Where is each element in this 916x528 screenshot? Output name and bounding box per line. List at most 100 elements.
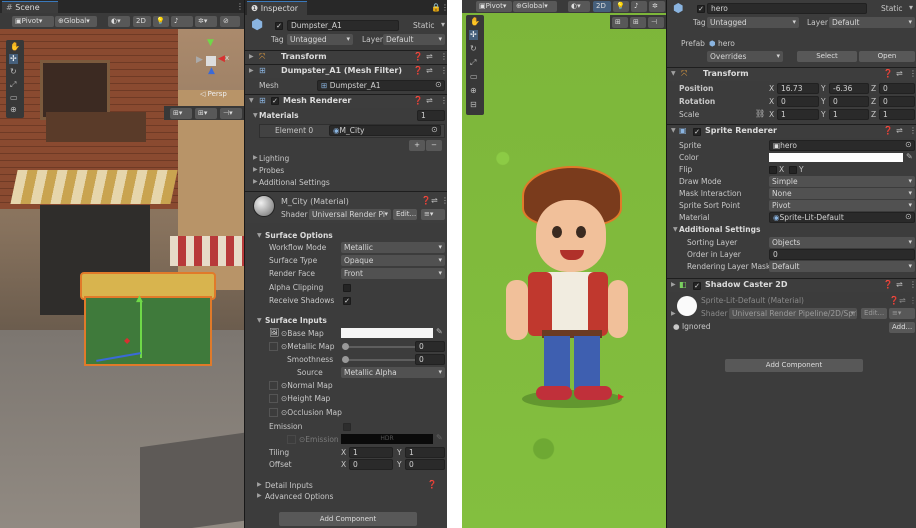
dumpster[interactable] [84,296,212,366]
left-scene-panel[interactable]: # Scene ⋮ ▣Pivot▾ ⊕Global▾ ◐▾ 2D 💡 ♪ ✲▾ … [0,0,244,528]
sprite-renderer-foldout[interactable]: ▼ [671,125,676,137]
gizmo-x-arrow[interactable]: ◆ [124,336,130,345]
materials-count[interactable]: 1 [417,110,445,121]
active-checkbox[interactable]: ✓ [275,22,283,30]
mesh-renderer-help-icon[interactable]: ❓ [413,96,423,106]
height-map-thumb[interactable] [269,394,278,403]
scale-tool-icon[interactable]: ⤢ [10,80,16,90]
surface-type-dropdown[interactable]: Opaque [341,255,445,266]
shader-dropdown[interactable]: Universal Render Pi [309,209,391,220]
mesh-filter-foldout[interactable]: ▶ [249,65,254,77]
right-rect-tool-icon[interactable]: ▭ [470,72,478,82]
sprite-material-preset-icon[interactable]: ⇌ [899,296,906,306]
occlusion-map-thumb[interactable] [269,408,278,417]
shadow-caster-menu-icon[interactable]: ⋮ [909,280,916,290]
emission-color[interactable]: HDR [341,434,433,444]
additional-settings-label[interactable]: Additional Settings [259,177,330,188]
right-move-tool-icon[interactable]: ✢ [469,30,478,40]
element-0-field[interactable]: ◉M_City [329,125,441,136]
smoothness-slider-knob[interactable] [342,356,349,363]
advanced-options-foldout[interactable]: ▶ [257,490,262,502]
rot-z-field[interactable]: 0 [879,96,915,107]
mesh-filter-menu-icon[interactable]: ⋮ [440,66,447,76]
material-help-icon[interactable]: ❓ [421,196,431,206]
add-button[interactable]: Add... [889,322,915,333]
right-2d-toggle[interactable]: 2D [593,1,611,12]
hero-layer-dropdown[interactable]: Default [829,17,915,28]
inspector-more-icon[interactable]: ⋮ [441,3,447,13]
sprite-shader-options-button[interactable]: ≡▾ [889,308,915,319]
right-global-toggle[interactable]: ⊕Global▾ [513,1,557,12]
metallic-slider-track[interactable] [345,346,415,348]
source-dropdown[interactable]: Metallic Alpha [341,367,445,378]
hero-additional-foldout[interactable]: ▼ [673,224,678,236]
material-preset-icon[interactable]: ⇌ [431,196,438,206]
right-hand-tool-icon[interactable]: ✋ [470,17,480,27]
2d-toggle[interactable]: 2D [133,16,151,27]
right-audio-toggle[interactable]: ♪ [631,1,647,12]
hero-name-field[interactable]: hero [707,3,867,14]
static-dropdown-icon[interactable]: ▾ [441,20,445,30]
layer-dropdown[interactable]: Default [383,34,445,45]
detail-inputs-label[interactable]: Detail Inputs [265,480,313,491]
sprite-field[interactable]: ▣hero [769,140,915,151]
base-map-color[interactable] [341,328,433,338]
right-pivot-toggle[interactable]: ▣Pivot▾ [476,1,512,12]
right-increment-dropdown[interactable]: ⊣ [648,17,664,28]
snap-dropdown[interactable]: ⊞▾ [170,108,192,119]
move-tool-icon[interactable]: ✢ [9,54,18,64]
open-button[interactable]: Open [859,51,915,62]
draw-mode-dropdown[interactable]: Simple [769,176,915,187]
pos-z-field[interactable]: 0 [879,83,915,94]
normal-map-thumb[interactable] [269,381,278,390]
mesh-field[interactable]: ⊞ Dumpster_A1 [317,80,445,91]
right-grid-dropdown[interactable]: ⊞ [630,17,646,28]
pos-x-field[interactable]: 16.73 [777,83,819,94]
hand-tool-icon[interactable]: ✋ [10,42,20,52]
hero-transform-help-icon[interactable]: ❓ [883,69,893,79]
component-menu-icon[interactable]: ⋮ [440,52,447,62]
hero-transform-preset-icon[interactable]: ⇌ [896,69,903,79]
probes-label[interactable]: Probes [259,165,284,176]
hero-transform-menu-icon[interactable]: ⋮ [909,69,916,79]
sprite-material-help-icon[interactable]: ❓ [889,296,899,306]
mesh-picker-icon[interactable]: ⊙ [435,80,442,90]
hero-add-component-button[interactable]: Add Component [725,359,863,372]
scale-z-field[interactable]: 1 [879,109,915,120]
transform-foldout[interactable]: ▶ [249,51,254,63]
inspector-tab[interactable]: ❶ Inspector [247,1,307,15]
scale-y-field[interactable]: 1 [829,109,869,120]
shading-dropdown[interactable]: ◐▾ [108,16,130,27]
sprite-renderer-help-icon[interactable]: ❓ [883,126,893,136]
mesh-renderer-enabled[interactable]: ✓ [271,97,279,105]
audio-toggle[interactable]: ♪ [171,16,193,27]
lock-icon[interactable]: 🔒 [431,3,441,13]
emission-eyedropper-icon[interactable]: ✎ [436,433,443,443]
overrides-dropdown[interactable]: Overrides [707,51,783,62]
hero-static-dropdown-icon[interactable]: ▾ [909,3,913,13]
sprite-material-field[interactable]: ◉Sprite-Lit-Default [769,212,915,223]
gizmo-y-axis[interactable] [140,300,142,358]
advanced-options-label[interactable]: Advanced Options [265,491,333,502]
scale-x-field[interactable]: 1 [777,109,819,120]
right-effects-toggle[interactable]: ✲ [649,1,665,12]
sprite-renderer-enabled[interactable]: ✓ [693,128,701,136]
mesh-filter-help-icon[interactable]: ❓ [413,66,423,76]
shader-edit-button[interactable]: Edit... [393,209,417,220]
right-scale-tool-icon[interactable]: ⤢ [470,58,476,68]
shader-options-button[interactable]: ≡▾ [421,209,445,220]
rot-x-field[interactable]: 0 [777,96,819,107]
tiling-x-field[interactable]: 1 [349,447,393,458]
color-eyedropper-icon[interactable]: ✎ [906,152,913,162]
mesh-filter-preset-icon[interactable]: ⇌ [426,66,433,76]
rotate-tool-icon[interactable]: ↻ [10,67,17,77]
sprite-material-foldout[interactable]: ▶ [671,308,676,320]
metallic-value[interactable]: 0 [415,341,445,352]
sort-point-dropdown[interactable]: Pivot [769,200,915,211]
sprite-renderer-menu-icon[interactable]: ⋮ [909,126,916,136]
sprite-shader-dropdown[interactable]: Universal Render Pipeline/2D/Spri [729,308,857,319]
lighting-toggle[interactable]: 💡 [153,16,169,27]
remove-material-button[interactable]: − [426,140,442,151]
detail-help-icon[interactable]: ❓ [427,480,437,490]
hero-transform-foldout[interactable]: ▼ [671,68,676,80]
